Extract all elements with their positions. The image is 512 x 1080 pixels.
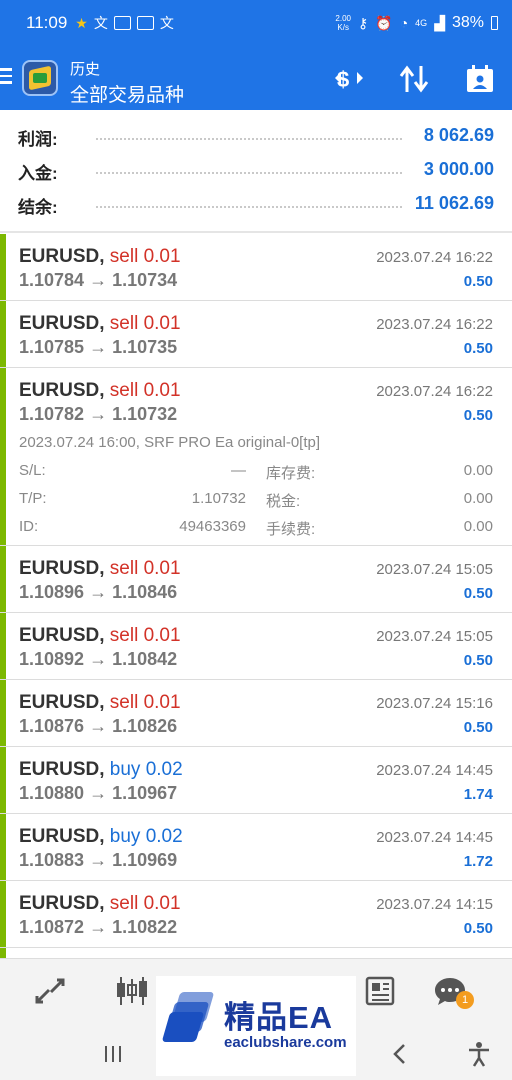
app-bar: 历史 全部交易品种 $ (0, 46, 512, 110)
status-bar: 11:09 ★ 文 文 2.00 K/s ⚷ ⏰ ◔ 4G ▟ 38% (0, 0, 512, 46)
trade-prices: 1.10872 → 1.10822 (19, 917, 178, 937)
summary-row-balance: 结余: 11 062.69 (18, 193, 494, 217)
currency-filter-icon[interactable]: $ (332, 64, 366, 94)
trade-prices: 1.10876 → 1.10826 (19, 716, 178, 736)
trade-profit: 0.50 (463, 585, 493, 602)
watermark: 精品EA eaclubshare.com (156, 976, 356, 1076)
status-time: 11:09 (26, 13, 68, 32)
trade-side: buy 0.02 (109, 759, 183, 780)
summary-row-profit: 利润: 8 062.69 (18, 125, 494, 149)
trade-row-expanded[interactable]: EURUSD, sell 0.01 1.10782 → 1.10732 2023… (0, 368, 512, 546)
menu-icon[interactable] (0, 68, 14, 84)
detail-row-id: ID: 49463369 手续费: 0.00 (19, 518, 493, 538)
watermark-url: eaclubshare.com (224, 1034, 347, 1051)
trade-side: sell 0.01 (109, 313, 181, 334)
app-notification-icon (113, 16, 131, 30)
notification-badge: 1 (456, 991, 474, 1009)
trade-row[interactable]: EURUSD, buy 0.02 1.10883 → 1.10969 2023.… (0, 814, 512, 881)
trade-profit: 0.50 (463, 407, 493, 424)
trade-profit: 0.50 (463, 340, 493, 357)
watermark-title: 精品EA (224, 1000, 334, 1035)
trade-comment: 2023.07.24 16:00, SRF PRO Ea original-0[… (19, 434, 321, 451)
wifi-icon: ◔ (399, 15, 409, 31)
trade-prices: 1.10880 → 1.10967 (19, 783, 178, 803)
divider (0, 231, 512, 233)
trade-prices: 1.10892 → 1.10842 (19, 649, 178, 669)
trade-time: 2023.07.24 14:45 (376, 829, 493, 846)
notification-icons: ★ 文 文 (75, 13, 174, 33)
trade-prices: 1.10782 → 1.10732 (19, 404, 178, 424)
trade-row[interactable]: EURUSD, buy 0.02 1.10880 → 1.10967 2023.… (0, 747, 512, 814)
trade-time: 2023.07.24 16:22 (376, 383, 493, 400)
trade-row[interactable]: EURUSD, sell 0.01 1.10784 → 1.10734 2023… (0, 234, 512, 301)
chat-icon[interactable]: 1 (430, 973, 474, 1009)
app-logo (22, 60, 58, 96)
trade-row[interactable]: EURUSD, sell 0.01 1.10785 → 1.10735 2023… (0, 301, 512, 368)
chart-icon[interactable] (112, 973, 152, 1009)
trade-side: buy 0.02 (109, 826, 183, 847)
back-icon[interactable] (385, 1039, 415, 1069)
summary-panel: 利润: 8 062.69 入金: 3 000.00 结余: 11 062.69 (0, 116, 512, 218)
trade-row-partial (0, 948, 512, 958)
trade-side: sell 0.01 (109, 692, 181, 713)
signal-icon: ▟ (434, 14, 445, 31)
network-speed: 2.00 K/s (335, 14, 351, 32)
translate-icon: 文 (93, 15, 108, 31)
trade-prices: 1.10784 → 1.10734 (19, 270, 178, 290)
trade-side: sell 0.01 (109, 246, 181, 267)
star-icon: ★ (75, 14, 88, 31)
trade-time: 2023.07.24 14:15 (376, 896, 493, 913)
gallery-icon (136, 16, 154, 30)
symbol-filter[interactable]: 全部交易品种 (70, 80, 184, 107)
trade-profit: 0.50 (463, 920, 493, 937)
trade-row[interactable]: EURUSD, sell 0.01 1.10876 → 1.10826 2023… (0, 680, 512, 747)
trade-time: 2023.07.24 16:22 (376, 316, 493, 333)
trade-time: 2023.07.24 15:05 (376, 561, 493, 578)
trade-side: sell 0.01 (109, 893, 181, 914)
signal-net-label: 4G (415, 18, 428, 28)
trade-profit: 0.50 (463, 273, 493, 290)
trade-icon[interactable] (30, 973, 70, 1009)
alarm-icon: ⏰ (375, 14, 393, 31)
trade-row[interactable]: EURUSD, sell 0.01 1.10892 → 1.10842 2023… (0, 613, 512, 680)
trade-profit: 1.74 (463, 786, 493, 803)
accessibility-icon[interactable] (464, 1039, 494, 1069)
trade-profit: 0.50 (463, 719, 493, 736)
detail-row-sl: S/L: — 库存费: 0.00 (19, 462, 493, 482)
battery-icon (491, 16, 498, 30)
trade-side: sell 0.01 (109, 558, 181, 579)
trade-time: 2023.07.24 15:05 (376, 628, 493, 645)
trade-side: sell 0.01 (109, 380, 181, 401)
page-title: 历史 (70, 61, 101, 78)
news-icon[interactable] (360, 973, 400, 1009)
translate-icon-2: 文 (159, 15, 174, 31)
detail-row-tp: T/P: 1.10732 税金: 0.00 (19, 490, 493, 510)
trade-prices: 1.10785 → 1.10735 (19, 337, 178, 357)
trade-profit: 0.50 (463, 652, 493, 669)
battery-level: 38% (451, 14, 484, 31)
trade-time: 2023.07.24 14:45 (376, 762, 493, 779)
trade-profit: 1.72 (463, 853, 493, 870)
trade-time: 2023.07.24 16:22 (376, 249, 493, 266)
trade-side: sell 0.01 (109, 625, 181, 646)
trade-prices: 1.10896 → 1.10846 (19, 582, 178, 602)
trade-prices: 1.10883 → 1.10969 (19, 850, 178, 870)
trade-row[interactable]: EURUSD, sell 0.01 1.10896 → 1.10846 2023… (0, 546, 512, 613)
recent-apps-icon[interactable] (98, 1039, 128, 1069)
trade-time: 2023.07.24 15:16 (376, 695, 493, 712)
summary-row-deposit: 入金: 3 000.00 (18, 159, 494, 183)
trade-row[interactable]: EURUSD, sell 0.01 1.10872 → 1.10822 2023… (0, 881, 512, 948)
sort-icon[interactable] (397, 64, 431, 94)
watermark-logo-icon (161, 990, 215, 1046)
calendar-icon[interactable] (463, 64, 497, 94)
key-icon: ⚷ (358, 14, 369, 31)
